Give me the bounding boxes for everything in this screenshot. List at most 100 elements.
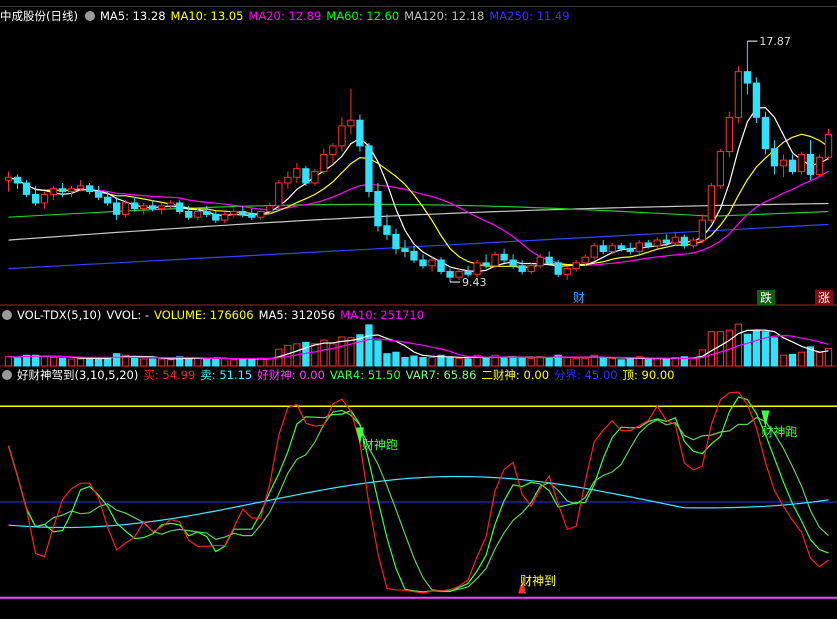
low-price-label: 9.43 xyxy=(462,276,487,289)
volume-bar xyxy=(67,358,76,367)
volume-bar xyxy=(112,353,121,367)
var4-line xyxy=(7,396,829,593)
candle-body xyxy=(347,119,355,127)
candle-body xyxy=(464,270,472,275)
candle-body xyxy=(248,213,256,218)
candle-body xyxy=(185,211,193,218)
volume-bar xyxy=(221,357,229,367)
candle-body xyxy=(239,211,247,215)
candle-body xyxy=(797,153,806,173)
candle-body xyxy=(545,256,553,264)
candle-body xyxy=(410,250,418,261)
candle-body xyxy=(230,211,238,215)
tag-die: 跌 xyxy=(760,290,772,305)
tag-cai: 财 xyxy=(573,291,585,305)
volume-bar xyxy=(149,358,157,367)
volume-bar xyxy=(212,357,220,367)
candle-body xyxy=(311,171,319,184)
volume-bar xyxy=(49,357,58,367)
candle-body xyxy=(140,205,148,210)
candle-body xyxy=(572,262,580,270)
volume-bar xyxy=(608,357,616,367)
candle-body xyxy=(698,219,706,241)
volume-bar xyxy=(815,351,824,367)
candle-body xyxy=(599,245,607,252)
volume-bar xyxy=(239,358,247,367)
candle-body xyxy=(671,236,679,244)
volume-bar xyxy=(509,357,517,367)
candle-body xyxy=(788,159,797,173)
candle-body xyxy=(85,185,94,193)
candle-body xyxy=(509,259,517,267)
candle-body xyxy=(167,202,175,207)
candle-body xyxy=(518,265,526,272)
candle-body xyxy=(275,182,283,207)
candle-body xyxy=(473,262,481,275)
candle-body xyxy=(221,213,229,221)
candle-body xyxy=(383,225,391,235)
candle-body xyxy=(103,196,112,204)
candle-body xyxy=(374,191,382,227)
candle-body xyxy=(212,213,220,221)
candle-body xyxy=(824,133,833,158)
volume-bar xyxy=(410,355,418,367)
candle-body xyxy=(752,82,761,118)
volume-bar xyxy=(58,357,67,367)
candle-body xyxy=(13,176,22,184)
candle-body xyxy=(365,145,373,193)
volume-bar xyxy=(401,357,409,367)
volume-bar xyxy=(455,357,463,367)
candle-body xyxy=(284,176,292,184)
candle-body xyxy=(419,259,427,267)
buy-line xyxy=(7,391,829,594)
candle-body xyxy=(158,205,166,210)
volume-bar xyxy=(626,358,634,367)
candle-body xyxy=(491,253,499,267)
volume-bar xyxy=(76,358,85,367)
candle-body xyxy=(554,262,562,275)
volume-bar xyxy=(329,343,337,367)
candle-body xyxy=(49,188,58,195)
candle-body xyxy=(121,202,130,215)
volume-bar xyxy=(4,356,13,367)
volume-bar xyxy=(662,358,670,367)
volume-bar xyxy=(248,358,256,367)
volume-bar xyxy=(383,353,391,367)
volume-bar xyxy=(563,357,571,367)
candle-body xyxy=(563,268,571,275)
volume-bar xyxy=(581,357,589,367)
volume-bar xyxy=(518,357,526,367)
volume-bar xyxy=(167,359,175,367)
candle-body xyxy=(590,245,598,258)
kline-chart[interactable]: 17.879.43财跌涨财神跑财神跑财神到 xyxy=(0,0,837,619)
volume-bar xyxy=(536,356,544,367)
volume-bar xyxy=(752,329,761,367)
candle-body xyxy=(320,153,328,173)
candle-body xyxy=(635,242,643,252)
volume-bar xyxy=(707,331,716,367)
candle-body xyxy=(293,168,301,178)
volume-bar xyxy=(203,358,211,367)
volume-bar xyxy=(716,331,725,367)
candle-body xyxy=(329,145,337,155)
volume-bar xyxy=(527,357,535,367)
signal-run-label: 财神跑 xyxy=(362,438,398,452)
candle-body xyxy=(500,253,508,261)
candle-body xyxy=(734,71,743,118)
candle-body xyxy=(176,202,184,213)
volume-bar xyxy=(446,357,454,367)
candle-body xyxy=(58,188,67,193)
volume-bar xyxy=(689,357,697,367)
signal-run-label: 财神跑 xyxy=(761,425,797,439)
volume-bar xyxy=(500,357,508,367)
candle-body xyxy=(266,205,274,213)
candle-body xyxy=(428,259,436,267)
candle-body xyxy=(94,191,103,198)
candle-body xyxy=(392,233,400,250)
candle-body xyxy=(203,211,211,215)
candle-body xyxy=(662,239,670,244)
candle-body xyxy=(76,185,85,190)
volume-bar xyxy=(158,358,166,367)
volume-bar xyxy=(788,353,797,367)
volume-bar xyxy=(482,357,490,367)
